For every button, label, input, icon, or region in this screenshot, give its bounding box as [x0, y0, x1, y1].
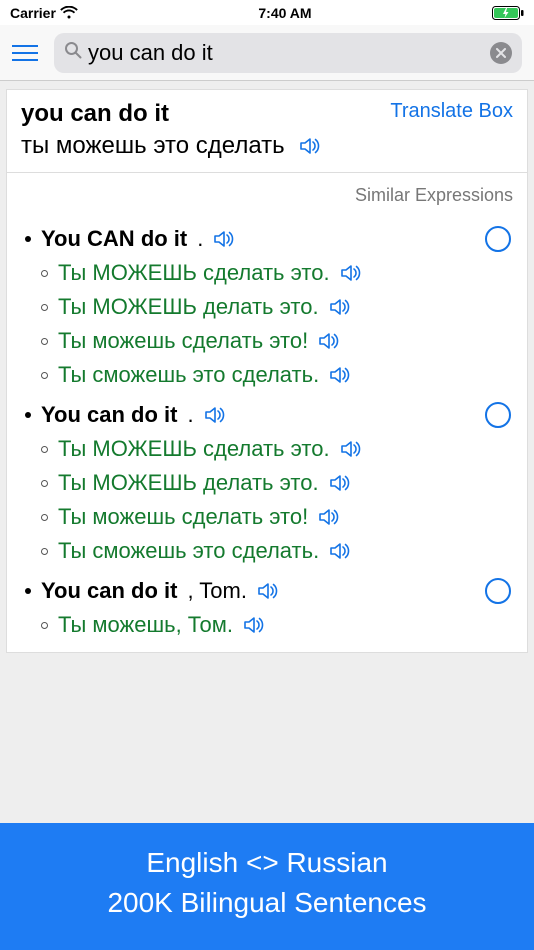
translation-row: Ты МОЖЕШЬ сделать это. [21, 260, 513, 286]
translation-text: Ты можешь, Том. [58, 612, 233, 638]
bullet-icon [25, 236, 31, 242]
expression-block: You can do it. Ты МОЖЕШЬ сделать это. Ты М… [21, 402, 513, 564]
bullet-icon [25, 588, 31, 594]
sub-bullet-icon [41, 304, 48, 311]
speaker-icon[interactable] [318, 507, 340, 527]
translation-text: Ты можешь сделать это! [58, 504, 308, 530]
speaker-icon[interactable] [340, 439, 362, 459]
battery-icon [492, 6, 524, 20]
sub-bullet-icon [41, 372, 48, 379]
expression-list: You CAN do it. Ты МОЖЕШЬ сделать это. Ты М… [7, 226, 527, 652]
translation-row: Ты можешь, Том. [21, 612, 513, 638]
speaker-icon[interactable] [243, 615, 265, 635]
speaker-icon[interactable] [340, 263, 362, 283]
similar-expressions-label: Similar Expressions [7, 173, 527, 212]
sub-bullet-icon [41, 270, 48, 277]
expression-head: You can do it. [21, 402, 513, 428]
nav-bar [0, 25, 534, 81]
clear-search-button[interactable] [490, 42, 512, 64]
speaker-icon[interactable] [329, 473, 351, 493]
speaker-icon[interactable] [329, 297, 351, 317]
speaker-icon[interactable] [204, 405, 226, 425]
speaker-icon[interactable] [329, 541, 351, 561]
search-field[interactable] [54, 33, 522, 73]
expression-head-text: You can do it [41, 402, 177, 428]
result-card: you can do it Translate Box ты можешь эт… [6, 89, 528, 653]
banner-line-1: English <> Russian [10, 843, 524, 884]
result-translation: ты можешь это сделать [21, 132, 285, 160]
translation-row: Ты сможешь это сделать. [21, 538, 513, 564]
select-radio[interactable] [485, 402, 511, 428]
translation-text: Ты сможешь это сделать. [58, 362, 319, 388]
card-header: you can do it Translate Box ты можешь эт… [7, 90, 527, 173]
select-radio[interactable] [485, 578, 511, 604]
sub-bullet-icon [41, 480, 48, 487]
wifi-icon [60, 6, 78, 20]
sub-bullet-icon [41, 514, 48, 521]
result-translation-row: ты можешь это сделать [21, 132, 513, 160]
search-icon [64, 41, 82, 64]
speaker-icon[interactable] [213, 229, 235, 249]
status-bar: Carrier 7:40 AM [0, 0, 534, 25]
promo-banner: English <> Russian 200K Bilingual Senten… [0, 823, 534, 950]
translation-text: Ты сможешь это сделать. [58, 538, 319, 564]
translation-text: Ты МОЖЕШЬ делать это. [58, 470, 319, 496]
translation-text: Ты МОЖЕШЬ делать это. [58, 294, 319, 320]
banner-line-2: 200K Bilingual Sentences [10, 883, 524, 924]
translation-row: Ты МОЖЕШЬ делать это. [21, 470, 513, 496]
expression-head-tail: . [197, 226, 203, 252]
carrier-label: Carrier [10, 5, 56, 21]
translation-row: Ты сможешь это сделать. [21, 362, 513, 388]
translation-text: Ты МОЖЕШЬ сделать это. [58, 260, 330, 286]
expression-head-tail: . [187, 402, 193, 428]
menu-button[interactable] [12, 37, 44, 69]
expression-block: You CAN do it. Ты МОЖЕШЬ сделать это. Ты М… [21, 226, 513, 388]
sub-bullet-icon [41, 446, 48, 453]
expression-head: You can do it , Tom. [21, 578, 513, 604]
speaker-icon[interactable] [329, 365, 351, 385]
expression-head-text: You CAN do it [41, 226, 187, 252]
status-left: Carrier [10, 5, 78, 21]
status-time: 7:40 AM [258, 5, 311, 21]
select-radio[interactable] [485, 226, 511, 252]
expression-head-tail: , Tom. [187, 578, 247, 604]
translation-row: Ты МОЖЕШЬ делать это. [21, 294, 513, 320]
sub-bullet-icon [41, 338, 48, 345]
translation-text: Ты можешь сделать это! [58, 328, 308, 354]
translate-box-link[interactable]: Translate Box [390, 100, 513, 123]
expression-head: You CAN do it. [21, 226, 513, 252]
translation-text: Ты МОЖЕШЬ сделать это. [58, 436, 330, 462]
speaker-icon[interactable] [318, 331, 340, 351]
translation-row: Ты можешь сделать это! [21, 504, 513, 530]
search-input[interactable] [88, 40, 484, 66]
translation-row: Ты МОЖЕШЬ сделать это. [21, 436, 513, 462]
sub-bullet-icon [41, 622, 48, 629]
status-right [492, 6, 524, 20]
speaker-icon[interactable] [257, 581, 279, 601]
expression-block: You can do it , Tom. Ты можешь, Том. [21, 578, 513, 638]
translation-row: Ты можешь сделать это! [21, 328, 513, 354]
bullet-icon [25, 412, 31, 418]
expression-head-text: You can do it [41, 578, 177, 604]
sub-bullet-icon [41, 548, 48, 555]
speaker-icon[interactable] [299, 136, 321, 156]
